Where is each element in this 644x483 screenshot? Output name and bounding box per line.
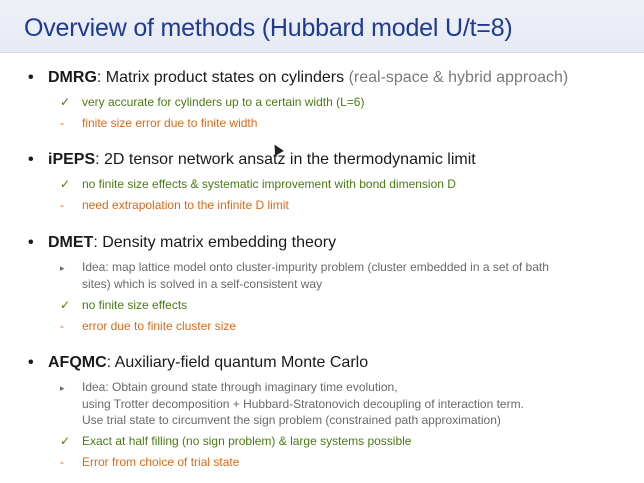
method-name: iPEPS [48, 151, 96, 168]
section-dmet: • DMET: Density matrix embedding theory ▸… [28, 233, 549, 334]
method-note: (real-space & hybrid approach) [348, 69, 569, 86]
triangle-bullet-icon: ▸ [60, 263, 65, 273]
pro-point: ✓ no finite size effects [60, 297, 549, 313]
con-text: finite size error due to finite width [82, 116, 258, 130]
dash-icon: - [60, 198, 64, 212]
bullet-icon: • [28, 234, 34, 251]
dash-icon: - [60, 116, 64, 130]
method-description: : Density matrix embedding theory [93, 234, 337, 251]
method-name: DMRG [48, 69, 97, 86]
section-afqmc: • AFQMC: Auxiliary-field quantum Monte Ca… [28, 353, 524, 470]
pro-text: Exact at half filling (no sign problem) … [82, 434, 412, 448]
slide-title: Overview of methods (Hubbard model U/t=8… [24, 14, 513, 42]
con-point: - Error from choice of trial state [60, 454, 524, 470]
method-name: DMET [48, 234, 94, 251]
pro-point: ✓ very accurate for cylinders up to a cer… [60, 94, 568, 110]
dash-icon: - [60, 455, 64, 469]
method-description: : Auxiliary-field quantum Monte Carlo [106, 354, 369, 371]
triangle-bullet-icon: ▸ [60, 383, 65, 393]
con-text: error due to finite cluster size [82, 319, 237, 333]
pro-text: no finite size effects & systematic impr… [82, 177, 456, 191]
bullet-icon: • [28, 69, 34, 86]
con-point: - finite size error due to finite width [60, 115, 568, 131]
section-ipeps: • iPEPS: 2D tensor network ansatz in the … [28, 150, 476, 213]
con-point: - need extrapolation to the infinite D li… [60, 197, 476, 213]
checkmark-icon: ✓ [60, 177, 71, 191]
idea-text: Idea: map lattice model onto cluster-imp… [82, 260, 549, 274]
idea-text: Idea: Obtain ground state through imagin… [82, 380, 398, 394]
con-point: - error due to finite cluster size [60, 318, 549, 334]
section-heading: • DMET: Density matrix embedding theory [28, 233, 549, 253]
section-heading: • iPEPS: 2D tensor network ansatz in the … [28, 150, 476, 170]
con-text: need extrapolation to the infinite D lim… [82, 198, 289, 212]
method-description: : 2D tensor network ansatz in the thermo… [95, 151, 476, 168]
idea-continuation: sites) which is solved in a self-consist… [82, 277, 323, 291]
dash-icon: - [60, 319, 64, 333]
method-name: AFQMC [48, 354, 107, 371]
pro-point: ✓ no finite size effects & systematic imp… [60, 176, 476, 192]
idea-point: ▸ Idea: Obtain ground state through imagi… [60, 379, 524, 396]
method-description: : Matrix product states on cylinders [96, 69, 345, 86]
idea-point: ▸ Idea: map lattice model onto cluster-im… [60, 259, 549, 276]
section-dmrg: • DMRG: Matrix product states on cylinder… [28, 68, 568, 131]
checkmark-icon: ✓ [60, 298, 71, 312]
section-heading: • AFQMC: Auxiliary-field quantum Monte Ca… [28, 353, 524, 373]
title-bar: Overview of methods (Hubbard model U/t=8… [0, 0, 644, 53]
bullet-icon: • [28, 354, 34, 371]
idea-continuation: Use trial state to circumvent the sign p… [82, 413, 501, 427]
idea-continuation: using Trotter decomposition + Hubbard-St… [82, 397, 524, 411]
con-text: Error from choice of trial state [82, 455, 240, 469]
section-heading: • DMRG: Matrix product states on cylinder… [28, 68, 568, 88]
pro-text: very accurate for cylinders up to a cert… [82, 95, 365, 109]
checkmark-icon: ✓ [60, 434, 71, 448]
pro-text: no finite size effects [82, 298, 188, 312]
bullet-icon: • [28, 151, 34, 168]
checkmark-icon: ✓ [60, 95, 71, 109]
pro-point: ✓ Exact at half filling (no sign problem)… [60, 433, 524, 449]
